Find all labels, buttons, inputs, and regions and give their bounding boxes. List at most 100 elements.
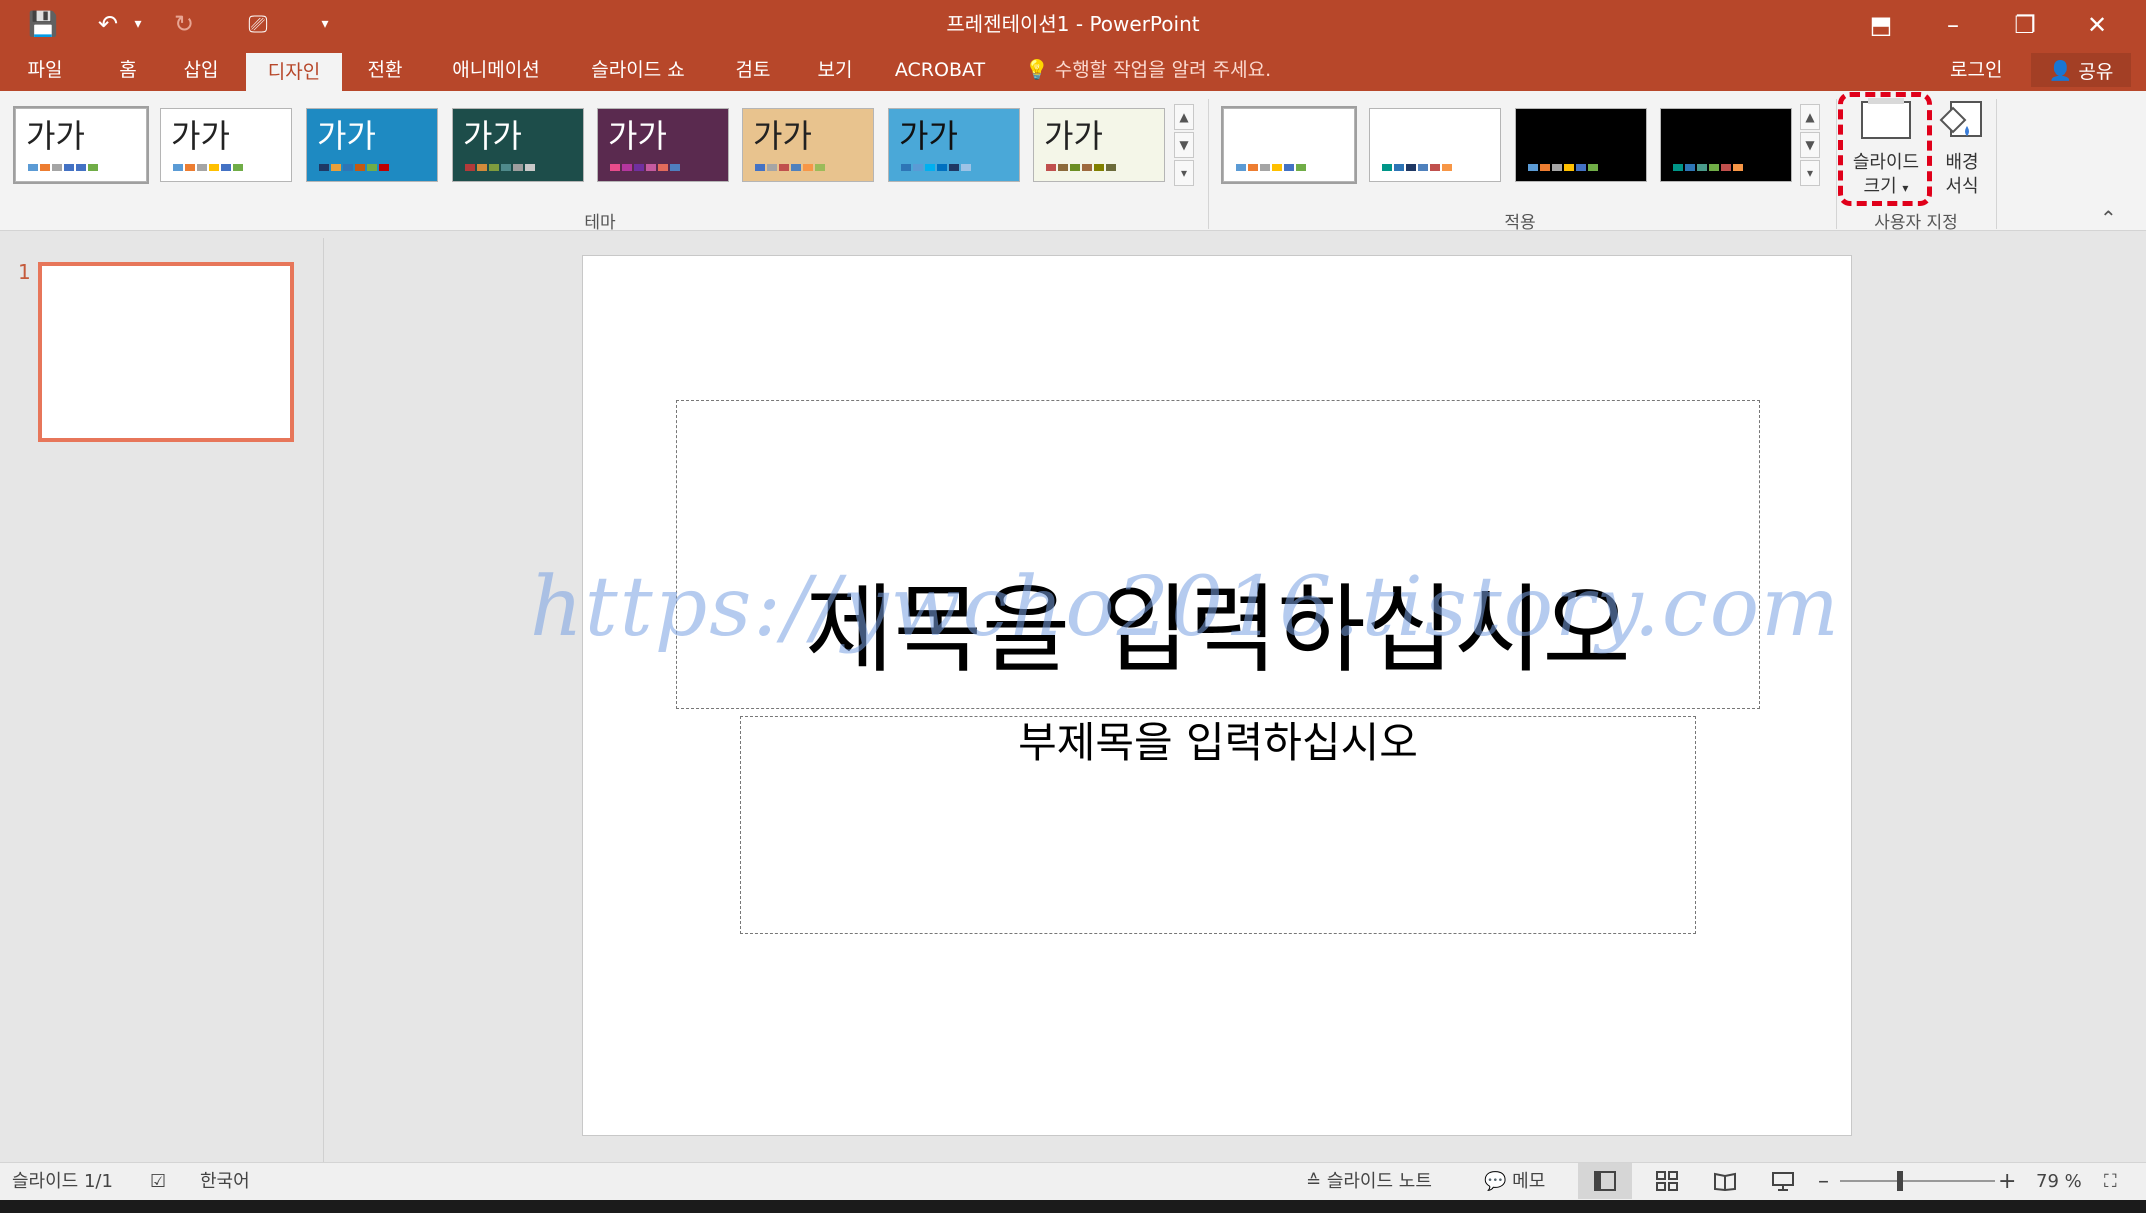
theme-thumbnail[interactable]: 가가 bbox=[452, 108, 584, 182]
customize-group-label: 사용자 지정 bbox=[1874, 213, 1958, 233]
themes-more[interactable]: ▾ bbox=[1174, 160, 1194, 186]
tab-file[interactable]: 파일 bbox=[12, 49, 78, 91]
lightbulb-icon: 💡 bbox=[1025, 59, 1049, 81]
undo-dropdown-icon[interactable]: ▾ bbox=[126, 6, 150, 42]
tab-acrobat[interactable]: ACROBAT bbox=[890, 49, 990, 91]
close-button[interactable]: ✕ bbox=[2062, 0, 2132, 49]
normal-view-icon bbox=[1594, 1171, 1616, 1191]
zoom-in-button[interactable]: + bbox=[1998, 1163, 2016, 1201]
color-swatch bbox=[610, 164, 620, 171]
reading-view-button[interactable] bbox=[1698, 1163, 1752, 1199]
theme-thumbnail[interactable]: 가가 bbox=[1033, 108, 1165, 182]
color-swatch bbox=[1418, 164, 1428, 171]
tab-transitions[interactable]: 전환 bbox=[352, 49, 418, 91]
color-swatch bbox=[1106, 164, 1116, 171]
themes-scroll-down[interactable]: ▼ bbox=[1174, 132, 1194, 158]
slide-sorter-icon bbox=[1656, 1171, 1678, 1191]
themes-scroll-up[interactable]: ▲ bbox=[1174, 104, 1194, 130]
color-swatch bbox=[1094, 164, 1104, 171]
slide-sorter-view-button[interactable] bbox=[1640, 1163, 1694, 1199]
color-swatch bbox=[379, 164, 389, 171]
color-swatch bbox=[646, 164, 656, 171]
format-background-button[interactable]: 배경 서식 bbox=[1934, 96, 1990, 199]
theme-sample-text: 가가 bbox=[1044, 117, 1103, 155]
color-swatch bbox=[28, 164, 38, 171]
color-swatch bbox=[901, 164, 911, 171]
tell-me-text: 수행할 작업을 알려 주세요. bbox=[1054, 59, 1272, 81]
tab-slide-show[interactable]: 슬라이드 쇼 bbox=[576, 49, 700, 91]
notes-button[interactable]: ≙ 슬라이드 노트 bbox=[1306, 1163, 1432, 1201]
tell-me-search[interactable]: 💡 수행할 작업을 알려 주세요. bbox=[1025, 49, 1271, 91]
color-swatch bbox=[1709, 164, 1719, 171]
color-swatch bbox=[658, 164, 668, 171]
format-background-label-2: 서식 bbox=[1945, 176, 1979, 197]
present-from-start-icon[interactable]: ⎚ bbox=[236, 6, 280, 42]
tab-review[interactable]: 검토 bbox=[718, 49, 788, 91]
variant-color-swatches bbox=[1528, 164, 1598, 171]
slide-show-icon bbox=[1772, 1172, 1794, 1191]
variant-color-swatches bbox=[1382, 164, 1452, 171]
variants-more[interactable]: ▾ bbox=[1800, 160, 1820, 186]
theme-thumbnail[interactable]: 가가 bbox=[742, 108, 874, 182]
theme-thumbnail[interactable]: 가가 bbox=[888, 108, 1020, 182]
color-swatch bbox=[1082, 164, 1092, 171]
sign-in-link[interactable]: 로그인 bbox=[1950, 49, 2002, 91]
tab-animations[interactable]: 애니메이션 bbox=[436, 49, 556, 91]
slide-show-view-button[interactable] bbox=[1756, 1163, 1810, 1199]
color-swatch bbox=[64, 164, 74, 171]
theme-thumbnail[interactable]: 가가 bbox=[597, 108, 729, 182]
format-background-icon bbox=[1939, 101, 1982, 137]
color-swatch bbox=[1576, 164, 1586, 171]
variants-scroll-up[interactable]: ▲ bbox=[1800, 104, 1820, 130]
variant-thumbnail[interactable] bbox=[1369, 108, 1501, 182]
color-swatch bbox=[489, 164, 499, 171]
color-swatch bbox=[1673, 164, 1683, 171]
variant-thumbnail[interactable] bbox=[1221, 106, 1357, 184]
redo-icon[interactable]: ↻ bbox=[164, 6, 204, 42]
zoom-slider[interactable] bbox=[1840, 1180, 1995, 1182]
status-bar: 슬라이드 1/1 ☑ 한국어 ≙ 슬라이드 노트 💬 메모 – + 79 % ⛶ bbox=[0, 1162, 2146, 1200]
fit-to-window-icon[interactable]: ⛶ bbox=[2104, 1163, 2117, 1201]
comments-button[interactable]: 💬 메모 bbox=[1484, 1163, 1545, 1201]
normal-view-button[interactable] bbox=[1578, 1163, 1632, 1199]
theme-color-swatches bbox=[755, 164, 825, 171]
color-swatch bbox=[779, 164, 789, 171]
variants-scroll-down[interactable]: ▼ bbox=[1800, 132, 1820, 158]
tab-home[interactable]: 홈 bbox=[100, 49, 156, 91]
slide-thumbnail[interactable] bbox=[38, 262, 294, 442]
theme-thumbnail[interactable]: 가가 bbox=[160, 108, 292, 182]
minimize-button[interactable]: – bbox=[1918, 0, 1988, 49]
language-indicator[interactable]: 한국어 bbox=[200, 1163, 250, 1201]
customize-qat-icon[interactable]: ▾ bbox=[310, 6, 340, 42]
undo-icon[interactable]: ↶ bbox=[90, 6, 126, 42]
color-swatch bbox=[185, 164, 195, 171]
tab-insert[interactable]: 삽입 bbox=[168, 49, 234, 91]
color-swatch bbox=[233, 164, 243, 171]
color-swatch bbox=[1046, 164, 1056, 171]
theme-sample-text: 가가 bbox=[171, 117, 230, 155]
color-swatch bbox=[477, 164, 487, 171]
theme-thumbnail[interactable]: 가가 bbox=[13, 106, 149, 184]
color-swatch bbox=[1394, 164, 1404, 171]
collapse-ribbon-icon[interactable]: ⌃ bbox=[2100, 206, 2117, 230]
theme-thumbnail[interactable]: 가가 bbox=[306, 108, 438, 182]
save-icon[interactable]: 💾 bbox=[20, 6, 66, 42]
spell-check-icon[interactable]: ☑ bbox=[150, 1163, 166, 1201]
variants-group-label: 적용 bbox=[1504, 213, 1536, 233]
color-swatch bbox=[1685, 164, 1695, 171]
variant-thumbnail[interactable] bbox=[1515, 108, 1647, 182]
zoom-out-button[interactable]: – bbox=[1818, 1163, 1829, 1201]
color-swatch bbox=[197, 164, 207, 171]
color-swatch bbox=[1296, 164, 1306, 171]
variant-thumbnail[interactable] bbox=[1660, 108, 1792, 182]
zoom-level[interactable]: 79 % bbox=[2036, 1163, 2082, 1201]
zoom-slider-thumb[interactable] bbox=[1897, 1171, 1903, 1191]
tab-design[interactable]: 디자인 bbox=[246, 53, 342, 91]
color-swatch bbox=[803, 164, 813, 171]
share-button[interactable]: 👤 공유 bbox=[2031, 53, 2131, 87]
tab-view[interactable]: 보기 bbox=[800, 49, 870, 91]
color-swatch bbox=[634, 164, 644, 171]
ribbon-display-options-icon[interactable]: ⬒ bbox=[1846, 0, 1916, 49]
restore-button[interactable]: ❐ bbox=[1990, 0, 2060, 49]
ribbon-tabs: 파일 홈 삽입 디자인 전환 애니메이션 슬라이드 쇼 검토 보기 ACROBA… bbox=[0, 49, 2146, 91]
